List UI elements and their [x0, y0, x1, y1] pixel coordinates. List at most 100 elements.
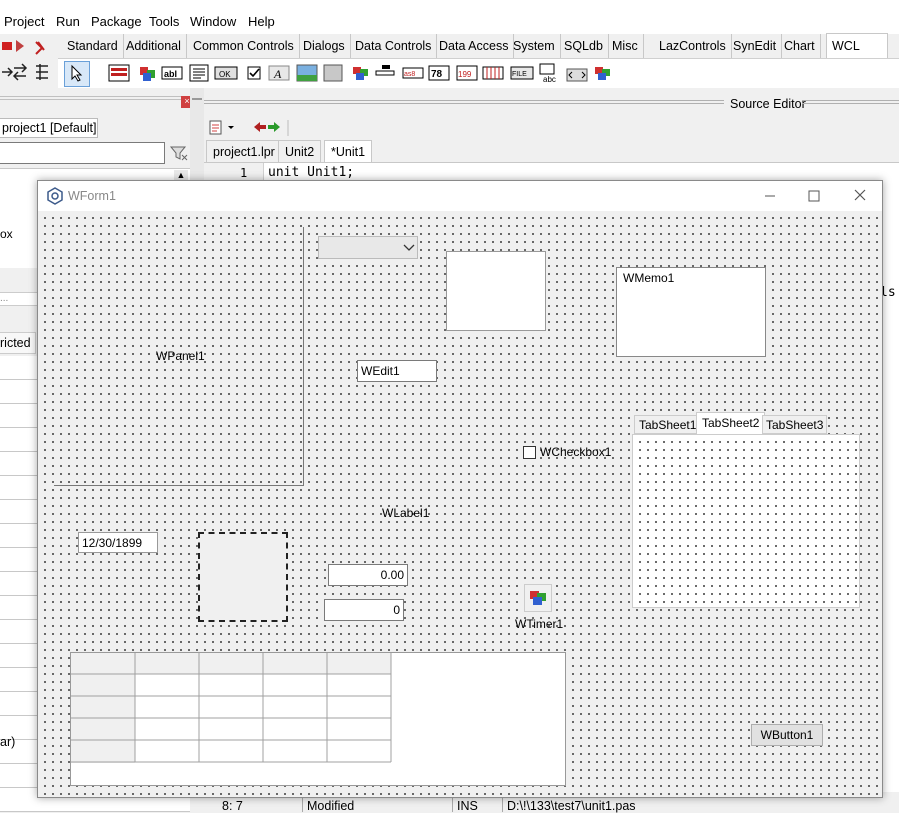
project-tab[interactable]: project1 [Default]: [0, 118, 98, 138]
form-app-icon: [46, 187, 64, 205]
menu-bar: Project Run Package Tools Window Help: [0, 0, 899, 34]
close-button[interactable]: [842, 185, 878, 207]
filter-clear-icon[interactable]: [168, 142, 190, 164]
tab-sqldb[interactable]: SQLdb: [559, 34, 609, 58]
label-icon[interactable]: A: [268, 63, 290, 83]
panel-icon[interactable]: [322, 63, 344, 83]
wedit1[interactable]: WEdit1: [357, 360, 437, 382]
menu-run[interactable]: Run: [56, 14, 80, 29]
tab-common-controls[interactable]: Common Controls: [188, 34, 300, 58]
tabsheet2-page[interactable]: [632, 434, 860, 608]
palette-icons: abI OK A as8 78 199 FILE abc: [58, 58, 899, 88]
back-icon: [254, 122, 266, 132]
component-icon[interactable]: [350, 63, 372, 83]
tab-data-access[interactable]: Data Access: [434, 34, 515, 58]
checkbox-box[interactable]: [523, 446, 536, 459]
edit-icon[interactable]: abI: [161, 63, 183, 83]
svg-text:A: A: [273, 67, 282, 81]
file-icon[interactable]: FILE: [510, 63, 534, 83]
panel-caption: WPanel1: [156, 349, 205, 363]
date-edit[interactable]: 12/30/1899: [78, 532, 158, 553]
spin-edit-icon[interactable]: 78: [428, 63, 450, 83]
forward-icon: [268, 122, 280, 132]
tabcontrol-icon[interactable]: [566, 63, 588, 83]
tab-system[interactable]: System: [508, 34, 561, 58]
form-title-bar[interactable]: WForm1: [38, 181, 882, 211]
tab-unit1[interactable]: *Unit1: [324, 140, 373, 163]
palette-tabs: Standard Additional Common Controls Dial…: [58, 33, 899, 60]
form-title: WForm1: [68, 189, 116, 203]
tab-synedit[interactable]: SynEdit: [728, 34, 783, 58]
image-icon[interactable]: [296, 63, 318, 83]
integer-edit[interactable]: 0: [324, 599, 404, 621]
menu-project[interactable]: Project: [4, 14, 44, 29]
grid-icon[interactable]: [482, 63, 504, 83]
form-design-surface[interactable]: WPanel1 WMemo1 WEdit1 TabSheet1 TabSheet…: [38, 211, 882, 797]
listbox[interactable]: [446, 251, 546, 331]
menu-help[interactable]: Help: [248, 14, 275, 29]
button-icon[interactable]: OK: [214, 63, 238, 83]
source-editor-title: Source Editor: [730, 97, 806, 111]
restricted-tab[interactable]: ricted: [0, 332, 36, 354]
float-text: 0.00: [380, 568, 404, 582]
toolbar-icons[interactable]: [0, 34, 58, 88]
tab-tabsheet1[interactable]: TabSheet1: [634, 415, 702, 434]
status-bar: 8: 7 Modified INS D:\!\133\test7\unit1.p…: [190, 796, 899, 813]
wmemo1[interactable]: WMemo1: [616, 267, 766, 357]
wpanel1[interactable]: WPanel1: [54, 227, 304, 486]
form-window[interactable]: WForm1 WPanel1 WMemo1 WEdit1 TabSheet1 T…: [37, 180, 883, 798]
menu-window[interactable]: Window: [190, 14, 236, 29]
date-text: 12/30/1899: [82, 536, 143, 550]
string-grid[interactable]: [70, 652, 566, 786]
timer-label: WTimer1: [515, 617, 564, 631]
file-path: D:\!\133\test7\unit1.pas: [507, 799, 636, 813]
jump-list-icon[interactable]: [209, 120, 234, 135]
menu-tools[interactable]: Tools: [149, 14, 179, 29]
insert-mode: INS: [457, 799, 478, 813]
editor-tabs: project1.lpr Unit2 *Unit1: [204, 140, 899, 164]
tab-wcl[interactable]: WCL: [826, 33, 888, 60]
ide-toolbar: [0, 34, 58, 88]
timer-icon[interactable]: [592, 63, 614, 83]
svg-text:as8: as8: [404, 71, 415, 78]
tab-tabsheet2[interactable]: TabSheet2: [696, 412, 766, 434]
checkbox-icon[interactable]: [244, 63, 266, 83]
filter-input[interactable]: [0, 142, 165, 164]
tab-additional[interactable]: Additional: [121, 34, 187, 58]
tab-standard[interactable]: Standard: [62, 34, 124, 58]
tab-unit2[interactable]: Unit2: [278, 140, 322, 164]
timer-icon[interactable]: [524, 584, 552, 612]
scrollbar-icon[interactable]: [374, 63, 396, 83]
page-control-tabs: TabSheet1 TabSheet2 TabSheet3: [632, 412, 862, 434]
maximize-button[interactable]: [796, 185, 832, 207]
wbutton1[interactable]: WButton1: [751, 724, 823, 746]
tab-dialogs[interactable]: Dialogs: [298, 34, 351, 58]
float-edit[interactable]: 0.00: [328, 564, 408, 586]
spell-icon[interactable]: abc: [538, 63, 560, 84]
memo-icon[interactable]: [188, 63, 210, 83]
tab-chart[interactable]: Chart: [779, 34, 821, 58]
modified-status: Modified: [307, 799, 355, 813]
shape-control[interactable]: [198, 532, 288, 622]
tab-misc[interactable]: Misc: [607, 34, 644, 58]
wcheckbox1[interactable]: WCheckbox1: [523, 445, 633, 461]
popup-menu-icon[interactable]: [136, 63, 158, 83]
minimize-button[interactable]: [752, 185, 788, 207]
float-edit-icon[interactable]: 199: [456, 63, 478, 83]
main-menu-icon[interactable]: [108, 63, 130, 83]
tab-tabsheet3[interactable]: TabSheet3: [762, 415, 828, 434]
tab-data-controls[interactable]: Data Controls: [350, 34, 438, 58]
tab-project1-lpr[interactable]: project1.lpr: [206, 140, 282, 164]
source-editor-header: Source Editor: [204, 96, 899, 112]
svg-text:OK: OK: [219, 70, 231, 79]
datetime-icon[interactable]: as8: [402, 63, 424, 83]
svg-text:FILE: FILE: [512, 71, 527, 78]
grid-cells[interactable]: [71, 653, 393, 763]
pointer-tool-icon[interactable]: [64, 61, 90, 87]
wlabel1: WLabel1: [382, 506, 430, 520]
menu-package[interactable]: Package: [91, 14, 142, 29]
chevron-down-icon: [403, 244, 415, 251]
checkbox-label: WCheckbox1: [540, 445, 612, 459]
combobox[interactable]: [318, 236, 418, 259]
tab-lazcontrols[interactable]: LazControls: [654, 34, 732, 58]
